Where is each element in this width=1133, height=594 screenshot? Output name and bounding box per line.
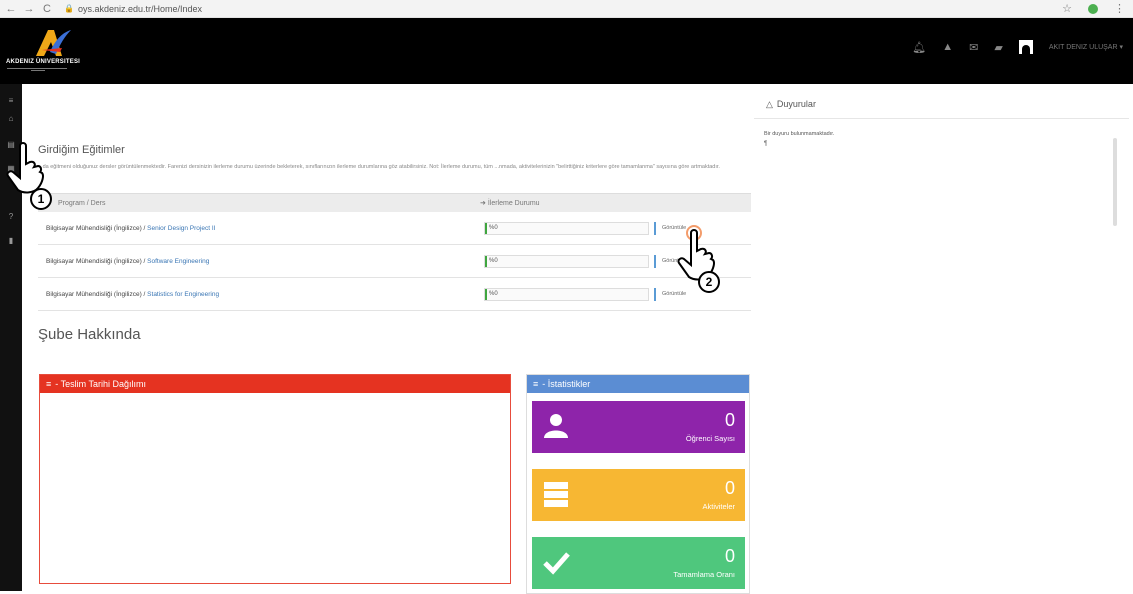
logo-subtext-lines [7,68,67,71]
table-row: Bilgisayar Mühendisliği (İngilizce) / Se… [38,212,751,245]
stat-label: Aktiviteler [702,502,735,511]
program-cell: Bilgisayar Mühendisliği (İngilizce) / So… [38,258,478,265]
user-name: AKIT DENIZ ULUŞAR [1048,44,1118,51]
announcements-empty-text: Bir duyuru bulunmamaktadır. [764,131,835,137]
courses-table: Program / Ders ➜ İlerleme Durumu Bilgisa… [38,193,751,311]
program-cell: Bilgisayar Mühendisliği (İngilizce) / St… [38,291,478,298]
deadline-panel: ≡ - Teslim Tarihi Dağılımı [39,374,511,584]
extension-icon[interactable] [1088,4,1098,14]
bell-icon[interactable]: 🔔︎ [912,41,926,54]
table-row: Bilgisayar Mühendisliği (İngilizce) / So… [38,245,751,278]
stat-label: Öğrenci Sayısı [685,434,735,443]
table-row: Bilgisayar Mühendisliği (İngilizce) / St… [38,278,751,311]
home-icon[interactable]: ⌂ [6,114,16,124]
column-progress: ➜ İlerleme Durumu [480,200,540,207]
course-link[interactable]: Senior Design Project II [147,225,215,232]
course-link[interactable]: Software Engineering [147,258,209,265]
step-badge-1: 1 [30,188,52,210]
bell-icon: △ [766,99,773,109]
warning-icon[interactable]: ▲ [942,41,953,53]
server-icon [544,482,568,507]
browser-toolbar: ← → C 🔒 oys.akdeniz.edu.tr/Home/Index ☆ … [0,0,1133,18]
header-icons: 🔔︎ ▲ ✉ ▰ AKIT DENIZ ULUŞAR ▾ [912,40,1123,54]
avatar[interactable] [1018,40,1033,54]
progress-fill [485,256,487,267]
progress-fill [485,223,487,234]
progress-bar[interactable]: %0 [484,255,649,268]
stat-label: Tamamlama Oranı [673,570,735,579]
table-header: Program / Ders ➜ İlerleme Durumu [38,194,751,212]
reload-icon[interactable]: C [40,3,54,15]
url-text: oys.akdeniz.edu.tr/Home/Index [77,3,203,14]
progress-bar[interactable]: %0 [484,222,649,235]
stat-value: 0 [724,546,735,566]
forward-icon[interactable]: → [22,3,36,15]
stat-value: 0 [724,478,735,498]
mail-icon[interactable]: ✉ [969,41,978,54]
stat-activities[interactable]: 0 Aktiviteler [532,469,745,521]
stat-student-count[interactable]: 0 Öğrenci Sayısı [532,401,745,453]
user-icon [544,414,568,438]
stats-panel-header: ≡ - İstatistikler [527,375,749,393]
menu-dots-icon[interactable]: ⋮ [1114,2,1125,15]
paragraph-icon: ¶ [764,141,768,147]
book-icon[interactable]: ▰ [994,41,1002,54]
logo-subtext [6,67,96,73]
deadline-panel-title: - Teslim Tarihi Dağılımı [55,379,146,389]
list-icon: ≡ [533,379,539,389]
announcements-header: △ Duyurular [766,99,816,110]
lock-icon: 🔒 [64,4,74,13]
stat-completion-rate[interactable]: 0 Tamamlama Oranı [532,537,745,589]
check-icon [543,552,570,575]
stat-value: 0 [724,410,735,430]
star-icon[interactable]: ☆ [1062,2,1072,15]
document-icon[interactable]: ▮ [6,236,16,246]
column-progress-label: İlerleme Durumu [487,200,540,207]
program-name: Bilgisayar Mühendisliği (İngilizce) / [46,290,146,298]
progress-fill [485,289,487,300]
progress-value: %0 [489,225,498,231]
progress-value: %0 [489,258,498,264]
branch-title: Şube Hakkında [38,326,141,343]
program-name: Bilgisayar Mühendisliği (İngilizce) / [46,224,146,232]
section-description: ...da eğitmeni olduğunuz dersler görüntü… [38,164,720,170]
main-content: Girdiğim Eğitimler ...da eğitmeni olduğu… [22,84,752,594]
logo-text: AKDENIZ ÜNIVERSITESI [6,59,81,65]
course-link[interactable]: Statistics for Engineering [147,291,219,298]
divider [754,118,1129,119]
stats-panel: ≡ - İstatistikler 0 Öğrenci Sayısı 0 Akt… [526,374,750,594]
stats-panel-title: - İstatistikler [542,379,591,389]
column-program: Program / Ders [58,199,106,207]
section-title: Girdiğim Eğitimler [38,144,125,156]
address-bar[interactable]: 🔒 oys.akdeniz.edu.tr/Home/Index [64,4,202,14]
announcements-title: Duyurular [776,99,816,109]
program-name: Bilgisayar Mühendisliği (İngilizce) / [46,257,146,265]
announcements-panel: △ Duyurular Bir duyuru bulunmamaktadır. … [752,84,1133,591]
progress-bar[interactable]: %0 [484,288,649,301]
scrollbar[interactable] [1113,138,1117,226]
back-icon[interactable]: ← [4,3,18,15]
help-icon[interactable]: ? [6,212,16,222]
app-header: AKDENIZ ÜNIVERSITESI 🔔︎ ▲ ✉ ▰ AKIT DENIZ… [0,18,1133,84]
user-menu[interactable]: AKIT DENIZ ULUŞAR ▾ [1049,43,1123,51]
logo[interactable]: AKDENIZ ÜNIVERSITESI [6,24,96,76]
university-logo-icon [36,30,71,56]
progress-value: %0 [489,291,498,297]
list-icon: ≡ [46,379,52,389]
deadline-panel-header: ≡ - Teslim Tarihi Dağılımı [40,375,510,393]
program-cell: Bilgisayar Mühendisliği (İngilizce) / Se… [38,225,478,232]
step-badge-2: 2 [698,271,720,293]
menu-icon[interactable]: ≡ [6,96,16,106]
